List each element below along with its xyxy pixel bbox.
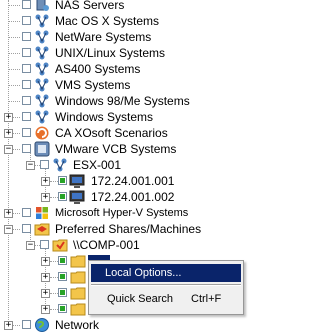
- select-checkbox[interactable]: [58, 304, 67, 313]
- select-checkbox[interactable]: [22, 144, 31, 153]
- expand-toggle[interactable]: +: [41, 193, 50, 202]
- expand-toggle[interactable]: +: [4, 113, 13, 122]
- tree-item-windows-systems[interactable]: + Windows Systems: [0, 109, 274, 125]
- select-checkbox[interactable]: [22, 224, 31, 233]
- tree-item-label: 172.24.001.002: [91, 190, 175, 204]
- collapse-toggle[interactable]: −: [4, 145, 13, 154]
- tree-item-comp-001[interactable]: − \\COMP-001: [0, 237, 274, 253]
- tree-item-mac-os-x[interactable]: Mac OS X Systems: [0, 13, 274, 29]
- tree-item-esx-001[interactable]: − ESX-001: [0, 157, 274, 173]
- select-checkbox[interactable]: [22, 96, 31, 105]
- select-checkbox[interactable]: [22, 0, 31, 9]
- menu-item-label: Quick Search: [107, 293, 174, 305]
- preferred-folder-icon: [34, 223, 50, 236]
- tree-item-vm-172-24-001-002[interactable]: + 172.24.001.002: [0, 189, 274, 205]
- virtual-machine-icon: [69, 190, 85, 204]
- tree-item-label: VMS Systems: [55, 78, 131, 92]
- tree-item-as400[interactable]: AS400 Systems: [0, 61, 274, 77]
- tree-item-label: Windows 98/Me Systems: [55, 94, 190, 108]
- expand-toggle[interactable]: +: [4, 129, 13, 138]
- select-checkbox[interactable]: [58, 176, 67, 185]
- xosoft-scenario-icon: [35, 126, 49, 140]
- nas-server-icon: [36, 0, 49, 11]
- tree-item-label: Mac OS X Systems: [55, 14, 160, 28]
- tree-item-label: UNIX/Linux Systems: [55, 46, 166, 60]
- menu-item-shortcut: Ctrl+F: [191, 293, 222, 305]
- tree-item-label: CA XOsoft Scenarios: [55, 126, 168, 140]
- expand-toggle[interactable]: +: [41, 273, 50, 282]
- tree-item-label: \\COMP-001: [73, 238, 140, 252]
- select-checkbox[interactable]: [22, 64, 31, 73]
- menu-separator: [91, 284, 241, 286]
- select-checkbox[interactable]: [22, 48, 31, 57]
- tree-item-netware[interactable]: NetWare Systems: [0, 29, 274, 45]
- shared-folder-icon: [70, 271, 86, 284]
- tree-item-label: Windows Systems: [55, 110, 154, 124]
- windows-logo-icon: [36, 207, 48, 219]
- network-group-icon: [53, 158, 67, 172]
- network-group-icon: [35, 110, 49, 124]
- vmware-icon: [34, 141, 50, 157]
- select-checkbox[interactable]: [58, 256, 67, 265]
- expand-toggle[interactable]: +: [4, 209, 13, 218]
- select-checkbox[interactable]: [22, 128, 31, 137]
- menu-item-quick-search[interactable]: Quick Search Ctrl+F: [91, 290, 241, 308]
- globe-icon: [35, 318, 49, 332]
- network-group-icon: [35, 78, 49, 92]
- tree-item-label: NAS Servers: [55, 0, 125, 12]
- select-checkbox[interactable]: [40, 160, 49, 169]
- expand-toggle[interactable]: +: [41, 305, 50, 314]
- context-menu: Local Options... Quick Search Ctrl+F: [88, 260, 244, 315]
- expand-toggle[interactable]: +: [41, 289, 50, 298]
- tree-item-label: AS400 Systems: [55, 62, 141, 76]
- tree-item-hyper-v[interactable]: + Microsoft Hyper-V Systems: [0, 205, 274, 221]
- select-checkbox[interactable]: [58, 288, 67, 297]
- select-checkbox[interactable]: [22, 320, 31, 329]
- tree-item-preferred-shares[interactable]: − Preferred Shares/Machines: [0, 221, 274, 237]
- expand-toggle[interactable]: +: [41, 257, 50, 266]
- tree-item-label: Preferred Shares/Machines: [55, 222, 202, 236]
- select-checkbox[interactable]: [58, 272, 67, 281]
- select-checkbox[interactable]: [22, 80, 31, 89]
- expand-toggle[interactable]: +: [41, 177, 50, 186]
- tree-item-vmware-vcb[interactable]: − VMware VCB Systems: [0, 141, 274, 157]
- select-checkbox[interactable]: [40, 240, 49, 249]
- shared-folder-icon: [70, 255, 86, 268]
- select-checkbox[interactable]: [22, 16, 31, 25]
- tree-item-vm-172-24-001-001[interactable]: + 172.24.001.001: [0, 173, 274, 189]
- tree-item-ca-xosoft[interactable]: + CA XOsoft Scenarios: [0, 125, 274, 141]
- shared-folder-icon: [70, 303, 86, 316]
- select-checkbox[interactable]: [22, 32, 31, 41]
- network-group-icon: [35, 46, 49, 60]
- collapse-toggle[interactable]: −: [4, 225, 13, 234]
- menu-item-label: Local Options...: [105, 267, 182, 279]
- tree-item-vms[interactable]: VMS Systems: [0, 77, 274, 93]
- tree-item-nas-servers[interactable]: NAS Servers: [0, 0, 274, 13]
- network-group-icon: [35, 14, 49, 28]
- network-group-icon: [35, 94, 49, 108]
- network-group-icon: [35, 62, 49, 76]
- tree-item-label: 172.24.001.001: [91, 174, 175, 188]
- tree-item-unix-linux[interactable]: UNIX/Linux Systems: [0, 45, 274, 61]
- tree-item-label: ESX-001: [73, 158, 122, 172]
- select-checkbox[interactable]: [58, 192, 67, 201]
- collapse-toggle[interactable]: −: [26, 241, 35, 250]
- tree-item-label: Network: [55, 318, 100, 332]
- network-group-icon: [35, 30, 49, 44]
- shared-folder-icon: [70, 287, 86, 300]
- tree-item-label: NetWare Systems: [55, 30, 152, 44]
- shared-machine-icon: [52, 239, 68, 252]
- tree-item-network[interactable]: + Network: [0, 317, 274, 333]
- virtual-machine-icon: [69, 174, 85, 188]
- tree-item-label: Microsoft Hyper-V Systems: [55, 207, 189, 219]
- collapse-toggle[interactable]: −: [26, 161, 35, 170]
- expand-toggle[interactable]: +: [4, 321, 13, 330]
- tree-item-label: VMware VCB Systems: [55, 142, 177, 156]
- menu-item-local-options[interactable]: Local Options...: [91, 264, 241, 282]
- tree-item-windows-98-me[interactable]: Windows 98/Me Systems: [0, 93, 274, 109]
- select-checkbox[interactable]: [22, 208, 31, 217]
- select-checkbox[interactable]: [22, 112, 31, 121]
